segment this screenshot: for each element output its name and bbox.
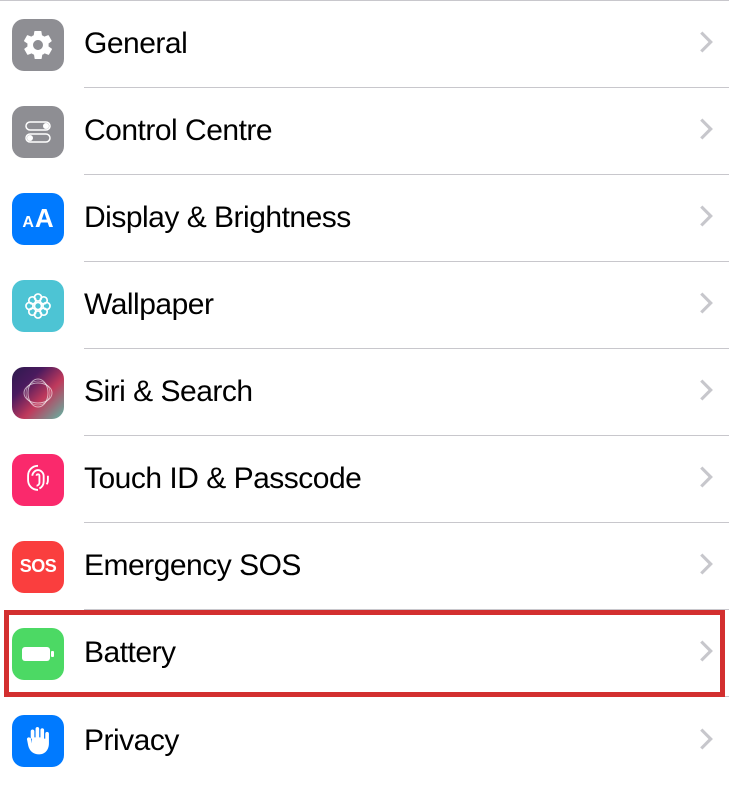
settings-row-label: Wallpaper (84, 288, 699, 322)
settings-row-label: Siri & Search (84, 375, 699, 409)
chevron-right-icon (699, 28, 713, 60)
settings-row-label: Privacy (84, 724, 699, 758)
settings-row-sos[interactable]: SOS Emergency SOS (0, 523, 729, 610)
switches-icon (12, 106, 64, 158)
settings-list: General Control Centre AA Displa (0, 0, 729, 784)
settings-row-battery[interactable]: Battery (0, 610, 729, 697)
flower-icon (12, 280, 64, 332)
chevron-right-icon (699, 202, 713, 234)
chevron-right-icon (699, 463, 713, 495)
chevron-right-icon (699, 115, 713, 147)
settings-row-label: General (84, 27, 699, 61)
settings-row-display[interactable]: AA Display & Brightness (0, 175, 729, 262)
hand-icon (12, 715, 64, 767)
settings-row-label: Emergency SOS (84, 549, 699, 583)
battery-icon (12, 628, 64, 680)
settings-row-general[interactable]: General (0, 1, 729, 88)
settings-row-label: Touch ID & Passcode (84, 462, 699, 496)
settings-row-touchid[interactable]: Touch ID & Passcode (0, 436, 729, 523)
settings-row-control-centre[interactable]: Control Centre (0, 88, 729, 175)
fingerprint-icon (12, 454, 64, 506)
settings-row-siri[interactable]: Siri & Search (0, 349, 729, 436)
settings-row-privacy[interactable]: Privacy (0, 697, 729, 784)
settings-row-label: Control Centre (84, 114, 699, 148)
chevron-right-icon (699, 376, 713, 408)
chevron-right-icon (699, 637, 713, 669)
sos-icon: SOS (12, 541, 64, 593)
settings-row-wallpaper[interactable]: Wallpaper (0, 262, 729, 349)
gear-icon (12, 19, 64, 71)
text-size-icon: AA (12, 193, 64, 245)
chevron-right-icon (699, 289, 713, 321)
siri-icon (12, 367, 64, 419)
settings-row-label: Battery (84, 636, 699, 670)
chevron-right-icon (699, 725, 713, 757)
chevron-right-icon (699, 550, 713, 582)
settings-row-label: Display & Brightness (84, 201, 699, 235)
